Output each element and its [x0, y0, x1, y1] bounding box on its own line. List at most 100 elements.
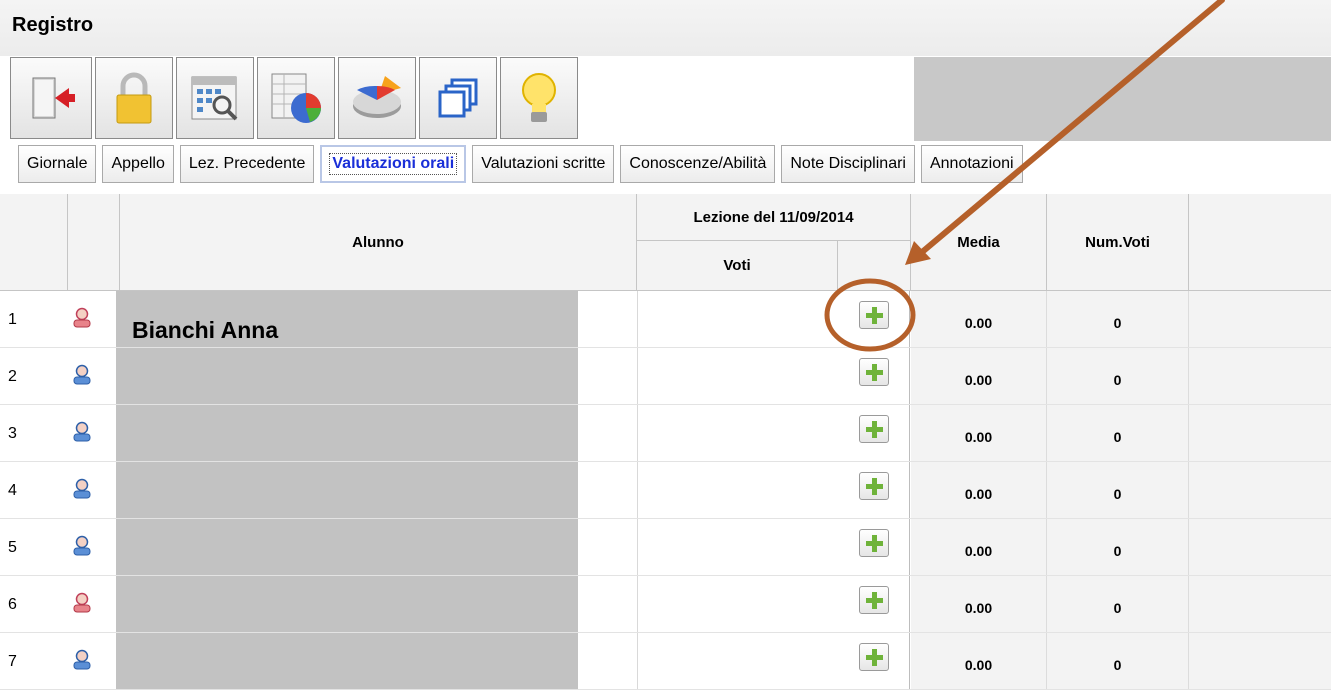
row-number: 5 [8, 539, 17, 556]
calendar-search-button[interactable] [176, 57, 254, 139]
header-num-voti-label: Num.Voti [1085, 233, 1150, 251]
lock-icon [116, 72, 152, 124]
voti-cell[interactable] [637, 405, 837, 461]
header-lezione-label: Lezione del 11/09/2014 [693, 208, 854, 226]
media-value: 0.00 [911, 405, 1047, 461]
add-grade-cell [838, 462, 910, 518]
tab-valutazioni-orali[interactable]: Valutazioni orali [320, 145, 467, 183]
row-number: 2 [8, 368, 17, 385]
num-voti-value: 0 [1047, 462, 1189, 518]
table-row[interactable]: 4 0.00 0 [0, 462, 1331, 519]
calendar-search-icon [191, 76, 238, 121]
voti-cell[interactable] [637, 291, 837, 347]
student-name-cell[interactable] [116, 405, 578, 461]
num-voti-value: 0 [1047, 348, 1189, 404]
lightbulb-button[interactable] [500, 57, 578, 139]
table-row[interactable]: 5 0.00 0 [0, 519, 1331, 576]
female-user-icon [72, 592, 92, 619]
tab-appello[interactable]: Appello [102, 145, 174, 183]
add-grade-cell [838, 405, 910, 461]
add-grade-button[interactable] [859, 301, 889, 329]
student-name-cell[interactable] [116, 633, 578, 689]
media-value: 0.00 [911, 633, 1047, 689]
exit-button[interactable] [10, 57, 92, 139]
tab-label: Note Disciplinari [790, 155, 906, 172]
voti-cell[interactable] [637, 348, 837, 404]
row-empty-cell [1189, 519, 1331, 575]
header-media-label: Media [957, 233, 1000, 251]
student-name-cell[interactable] [116, 519, 578, 575]
table-row[interactable]: 2 0.00 0 [0, 348, 1331, 405]
pie-chart-icon [353, 76, 401, 118]
add-grade-cell [838, 291, 910, 347]
student-name-cell[interactable] [116, 576, 578, 632]
voti-cell[interactable] [637, 576, 837, 632]
student-name-cell[interactable] [116, 348, 578, 404]
tab-lez-precedente[interactable]: Lez. Precedente [179, 145, 315, 183]
add-grade-cell [838, 519, 910, 575]
num-voti-value: 0 [1047, 519, 1189, 575]
tab-annotazioni[interactable]: Annotazioni [920, 145, 1023, 183]
media-value: 0.00 [911, 576, 1047, 632]
header-num-voti[interactable]: Num.Voti [1047, 194, 1189, 291]
media-value: 0.00 [911, 519, 1047, 575]
student-name-cell[interactable] [116, 462, 578, 518]
add-grade-button[interactable] [859, 472, 889, 500]
lock-button[interactable] [95, 57, 173, 139]
student-name-cell[interactable]: Bianchi Anna [116, 291, 578, 347]
add-grade-cell [838, 576, 910, 632]
male-user-icon [72, 478, 92, 505]
tab-label: Valutazioni orali [329, 153, 458, 175]
voti-cell[interactable] [637, 519, 837, 575]
student-name: Bianchi Anna [132, 317, 279, 343]
toolbar [10, 57, 581, 141]
header-alunno[interactable]: Alunno [120, 194, 637, 291]
header-media[interactable]: Media [911, 194, 1047, 291]
lightbulb-icon [522, 73, 556, 122]
row-empty-cell [1189, 462, 1331, 518]
header-empty [1189, 194, 1331, 291]
header-lezione: Lezione del 11/09/2014 [637, 194, 911, 241]
tab-label: Lez. Precedente [188, 155, 306, 172]
tab-giornale[interactable]: Giornale [18, 145, 97, 183]
spreadsheet-chart-button[interactable] [257, 57, 335, 139]
tab-label: Valutazioni scritte [481, 155, 606, 172]
male-user-icon [72, 535, 92, 562]
tab-bar: Giornale Appello Lez. Precedente Valutaz… [18, 145, 1029, 187]
row-empty-cell [1189, 633, 1331, 689]
media-value: 0.00 [911, 462, 1047, 518]
media-value: 0.00 [911, 348, 1047, 404]
media-value: 0.00 [911, 291, 1047, 347]
tab-valutazioni-scritte[interactable]: Valutazioni scritte [472, 145, 615, 183]
num-voti-value: 0 [1047, 633, 1189, 689]
add-grade-button[interactable] [859, 529, 889, 557]
num-voti-value: 0 [1047, 405, 1189, 461]
table-row[interactable]: 1 Bianchi Anna 0.00 0 [0, 291, 1331, 348]
add-grade-button[interactable] [859, 643, 889, 671]
voti-cell[interactable] [637, 633, 837, 689]
tab-label: Annotazioni [929, 155, 1014, 172]
female-user-icon [72, 307, 92, 334]
windows-icon [438, 78, 478, 118]
toolbar-empty-area [914, 57, 1331, 141]
header-number [0, 194, 68, 291]
tab-label: Giornale [27, 155, 88, 172]
title-bar: Registro [0, 0, 1331, 56]
row-number: 3 [8, 425, 17, 442]
row-empty-cell [1189, 348, 1331, 404]
table-row[interactable]: 6 0.00 0 [0, 576, 1331, 633]
add-grade-button[interactable] [859, 586, 889, 614]
row-number: 6 [8, 596, 17, 613]
voti-cell[interactable] [637, 462, 837, 518]
tab-note-disciplinari[interactable]: Note Disciplinari [781, 145, 915, 183]
add-grade-button[interactable] [859, 415, 889, 443]
windows-button[interactable] [419, 57, 497, 139]
tab-conoscenze-abilita[interactable]: Conoscenze/Abilità [620, 145, 776, 183]
grades-table: Alunno Lezione del 11/09/2014 Voti Media… [0, 194, 1331, 690]
row-number: 4 [8, 482, 17, 499]
pie-chart-button[interactable] [338, 57, 416, 139]
table-row[interactable]: 3 0.00 0 [0, 405, 1331, 462]
table-row[interactable]: 7 0.00 0 [0, 633, 1331, 690]
add-grade-button[interactable] [859, 358, 889, 386]
row-empty-cell [1189, 576, 1331, 632]
